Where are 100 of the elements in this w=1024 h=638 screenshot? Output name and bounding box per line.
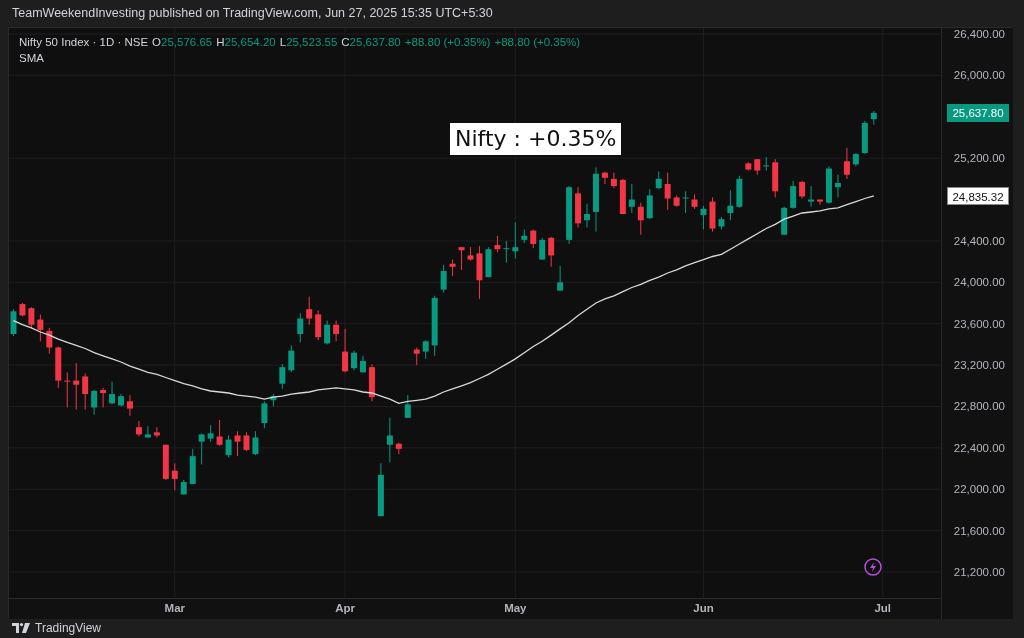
candlestick — [243, 431, 250, 452]
candlestick — [73, 362, 80, 411]
low-value: 25,523.55 — [286, 36, 338, 48]
candlestick — [772, 158, 779, 198]
candlestick — [377, 462, 384, 517]
candlestick — [843, 147, 850, 180]
candlestick — [198, 432, 205, 465]
price-axis-label: 24,000.00 — [953, 276, 1005, 289]
price-axis-label: 22,400.00 — [953, 441, 1005, 454]
candlestick — [37, 313, 44, 342]
candlestick — [799, 180, 806, 199]
price-axis-label: 22,000.00 — [953, 483, 1005, 496]
candlestick — [736, 175, 743, 209]
candlestick — [368, 363, 375, 402]
open-label: O — [152, 36, 162, 48]
candlestick — [162, 444, 169, 481]
candlestick — [395, 442, 402, 455]
candlestick — [619, 178, 626, 215]
candlestick — [64, 371, 71, 408]
candlestick — [306, 296, 313, 326]
candlestick — [790, 180, 797, 210]
time-axis-label: Jul — [874, 602, 892, 614]
candlestick — [745, 161, 752, 172]
candlestick — [225, 434, 232, 458]
candlestick — [539, 237, 546, 261]
candlestick — [207, 424, 214, 443]
candlestick — [566, 185, 573, 245]
candlestick — [557, 265, 564, 292]
candlestick — [324, 320, 331, 345]
candlestick — [458, 246, 465, 271]
candlestick — [691, 193, 698, 210]
price-axis-label: 26,000.00 — [953, 69, 1005, 82]
candlestick — [808, 185, 815, 208]
candlestick — [673, 194, 680, 208]
candlestick — [404, 394, 411, 419]
price-axis-label: 23,200.00 — [953, 359, 1005, 372]
candlestick — [781, 206, 788, 236]
candlestick — [440, 264, 447, 294]
candlestick — [279, 363, 286, 390]
change-value: +88.80 (+0.35%) — [404, 35, 491, 50]
candlestick — [826, 165, 832, 205]
annotation-label: Nifty : +0.35% — [450, 123, 622, 155]
candlestick — [700, 205, 707, 231]
candlestick — [655, 171, 662, 190]
candlestick — [476, 245, 483, 300]
candlestick — [10, 308, 17, 337]
candlestick — [852, 152, 859, 167]
candlestick — [575, 186, 582, 228]
candlestick — [834, 174, 841, 198]
price-axis-label: 21,600.00 — [953, 524, 1005, 537]
candlestick — [153, 426, 160, 438]
lightning-icon[interactable] — [864, 558, 882, 576]
candlestick — [55, 345, 62, 389]
price-axis-label: 24,400.00 — [953, 234, 1005, 247]
candlestick — [109, 381, 116, 405]
brand-name[interactable]: TradingView — [35, 619, 102, 637]
candlestick — [754, 158, 761, 176]
candlestick — [288, 344, 295, 373]
candlestick — [530, 229, 537, 249]
candlestick — [28, 306, 35, 329]
candlestick — [333, 320, 340, 342]
time-axis-label: Jun — [693, 602, 714, 614]
price-axis-label: 25,200.00 — [953, 152, 1005, 165]
candlestick — [817, 199, 823, 206]
candlestick — [449, 259, 456, 277]
candlestick — [360, 355, 366, 373]
candlestick — [646, 188, 653, 220]
publisher-line: TeamWeekendInvesting published on TradingView.com, Jun 27, 2025 15:35 UTC+5:30 — [12, 6, 493, 20]
price-axis-label: 23,600.00 — [953, 317, 1005, 330]
candlestick — [46, 327, 53, 355]
candlestick — [91, 389, 98, 416]
candlestick — [216, 419, 223, 447]
candlestick — [127, 394, 133, 417]
candlestick — [180, 479, 187, 495]
candlestick — [628, 183, 635, 214]
candlestick — [664, 172, 671, 211]
indicator-label[interactable]: SMA — [19, 52, 44, 64]
time-axis-label: Mar — [164, 602, 185, 614]
candlestick — [252, 430, 259, 456]
candlestick — [351, 350, 357, 371]
candlestick — [584, 203, 590, 228]
candlestick — [494, 235, 501, 253]
candlestick — [431, 295, 438, 357]
candlestick — [297, 312, 304, 343]
candlestick — [315, 309, 322, 341]
candlestick — [144, 425, 151, 438]
candlestick — [467, 246, 474, 262]
candlestick — [234, 430, 241, 457]
candlestick — [270, 393, 277, 407]
candlestick — [521, 229, 528, 244]
candlestick — [485, 246, 492, 278]
close-label: C — [341, 36, 350, 48]
logo-icon[interactable] — [12, 623, 30, 633]
price-axis-label: 21,200.00 — [953, 566, 1005, 579]
open-value: 25,576.65 — [161, 36, 213, 48]
candlestick — [413, 347, 420, 366]
candlestick — [189, 448, 196, 485]
time-axis-label: Apr — [335, 602, 355, 614]
candlestick — [386, 417, 393, 463]
symbol-title: Nifty 50 Index · 1D · NSE — [19, 35, 149, 50]
